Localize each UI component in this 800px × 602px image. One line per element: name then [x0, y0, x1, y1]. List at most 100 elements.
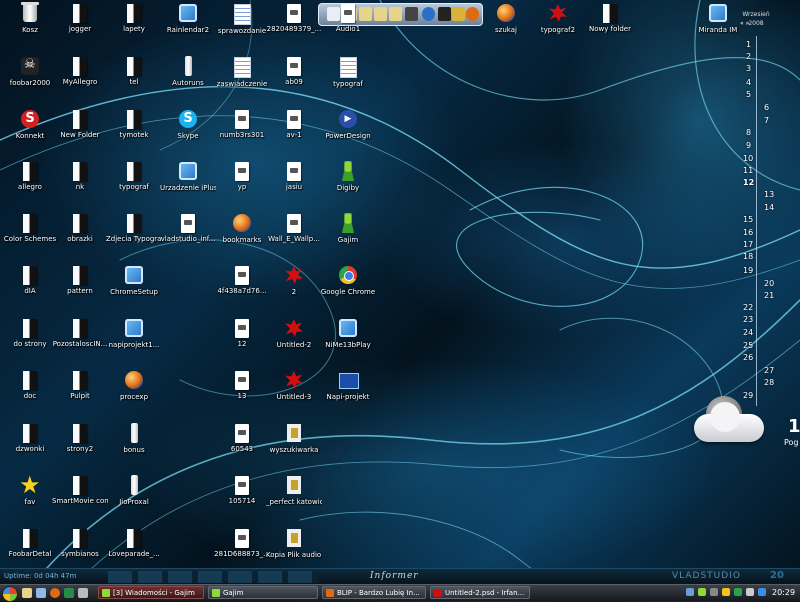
calendar-day[interactable]: 13 [764, 190, 774, 199]
desktop-icon[interactable]: 2820489379_... [266, 2, 322, 52]
tray-app-icon[interactable] [698, 588, 706, 596]
desktop-icon[interactable]: 12 [214, 317, 270, 367]
quicklaunch-folder-icon[interactable] [22, 588, 32, 598]
desktop-icon[interactable]: strony2 [52, 422, 108, 472]
calendar-day[interactable]: 17 [743, 240, 753, 249]
calendar-day[interactable]: 12 [743, 178, 754, 187]
calendar-day[interactable]: 14 [764, 203, 774, 212]
quicklaunch-browser-icon[interactable] [50, 588, 60, 598]
calendar-day[interactable]: 11 [743, 166, 753, 175]
desktop-icon[interactable]: bookmarks [214, 212, 270, 262]
desktop-icon[interactable]: Zdjecia Typograf [106, 212, 162, 262]
calendar-day[interactable]: 20 [764, 279, 774, 288]
desktop-icon[interactable]: Napi-projekt [320, 369, 376, 419]
calendar-day[interactable]: 6 [764, 103, 769, 112]
desktop-icon[interactable]: 60543 [214, 422, 270, 472]
desktop-icon[interactable]: typograf [320, 55, 376, 105]
taskbar-task[interactable]: [3] Wiadomości - Gajim [98, 586, 204, 599]
calendar-day[interactable]: 19 [743, 266, 753, 275]
desktop-icon[interactable]: Rainlendar2 [160, 2, 216, 52]
tray-volume-icon[interactable] [746, 588, 754, 596]
desktop-icon[interactable]: JioProxal [106, 474, 162, 524]
desktop-icon[interactable]: ab09 [266, 55, 322, 105]
calendar-day[interactable]: 5 [746, 90, 751, 99]
desktop-icon[interactable]: av-1 [266, 108, 322, 158]
calendar-day[interactable]: 25 [743, 341, 753, 350]
desktop-icon[interactable]: pattern [52, 264, 108, 314]
taskbar-task[interactable]: BLIP - Bardzo Lubię In... [322, 586, 426, 599]
desktop-icon[interactable]: napiprojekt1... [106, 317, 162, 367]
desktop-icon[interactable]: SmartMovie converted files [52, 474, 108, 524]
desktop-icon[interactable]: Gajim [320, 212, 376, 262]
desktop-icon[interactable]: vladstudio_inf... [160, 212, 216, 262]
calendar-day[interactable]: 10 [743, 154, 753, 163]
desktop-icon[interactable]: Urzadzenie iPlus [160, 160, 216, 210]
quicklaunch-app-icon[interactable] [36, 588, 46, 598]
desktop-icon[interactable]: Skype [160, 108, 216, 158]
calendar-day[interactable]: 26 [743, 353, 753, 362]
desktop-icon[interactable]: typograf [106, 160, 162, 210]
calendar-day[interactable]: 4 [746, 78, 751, 87]
desktop-icon[interactable]: do strony [2, 317, 58, 367]
desktop-icon[interactable]: Untitled-2 [266, 317, 322, 367]
desktop-icon[interactable]: 13 [214, 369, 270, 419]
desktop-icon[interactable]: allegro [2, 160, 58, 210]
desktop-icon[interactable]: dIA [2, 264, 58, 314]
desktop-icon[interactable]: jasiu [266, 160, 322, 210]
calendar-day[interactable]: 16 [743, 228, 753, 237]
desktop-icon[interactable]: jogger [52, 2, 108, 52]
desktop-icon[interactable]: szukaj [478, 2, 534, 52]
desktop-icon[interactable]: Nowy folder [582, 2, 638, 52]
calendar-day[interactable]: 2 [746, 52, 751, 61]
tray-app-icon[interactable] [758, 588, 766, 596]
desktop-icon[interactable]: 4f438a7d76... [214, 264, 270, 314]
desktop-icon[interactable]: Audio1 [320, 2, 376, 52]
calendar-day[interactable]: 18 [743, 252, 753, 261]
desktop-icon[interactable]: Kosz [2, 2, 58, 52]
desktop-icon[interactable]: lapety [106, 2, 162, 52]
desktop-icon[interactable]: Autoruns [160, 55, 216, 105]
calendar-day[interactable]: 3 [746, 64, 751, 73]
desktop-icon[interactable]: ChromeSetup [106, 264, 162, 314]
desktop-icon[interactable]: NiMe13bPlay [320, 317, 376, 367]
desktop-icon[interactable]: yp [214, 160, 270, 210]
desktop-icon[interactable]: MyAllegro [52, 55, 108, 105]
desktop-icon[interactable]: tymotek [106, 108, 162, 158]
desktop-icon[interactable]: wyszukiwarka [266, 422, 322, 472]
calendar-day[interactable]: 27 [764, 366, 774, 375]
desktop-icon[interactable]: 105714 [214, 474, 270, 524]
desktop-icon[interactable]: numb3rs301 [214, 108, 270, 158]
quicklaunch-media-icon[interactable] [64, 588, 74, 598]
desktop-icon[interactable]: Color Schemes [2, 212, 58, 262]
tray-network-icon[interactable] [686, 588, 694, 596]
desktop-icon[interactable]: _perfect katowice spo... [266, 474, 322, 524]
desktop-icon[interactable]: fav [2, 471, 58, 524]
desktop-icon[interactable]: Untitled-3 [266, 369, 322, 419]
calendar-day[interactable]: 22 [743, 303, 753, 312]
desktop-icon[interactable]: Wall_E_Wallp... [266, 212, 322, 262]
desktop-icon[interactable]: Google Chrome [320, 264, 376, 314]
calendar-day[interactable]: 8 [746, 128, 751, 137]
desktop-icon[interactable]: New Folder [52, 108, 108, 158]
desktop-icon[interactable]: 2 [266, 264, 322, 314]
quicklaunch-app-icon[interactable] [78, 588, 88, 598]
desktop-icon[interactable]: bonus [106, 422, 162, 472]
calendar-day[interactable]: 28 [764, 378, 774, 387]
desktop-icon[interactable]: sprawozdanie [214, 2, 270, 52]
desktop-icon[interactable]: tel [106, 55, 162, 105]
desktop-icon[interactable]: foobar2000 [2, 55, 58, 105]
desktop-icon[interactable]: Digiby [320, 160, 376, 210]
calendar-day[interactable]: 15 [743, 215, 753, 224]
desktop-icon[interactable]: obrazki [52, 212, 108, 262]
calendar-day[interactable]: 1 [746, 40, 751, 49]
calendar-day[interactable]: 9 [746, 141, 751, 150]
desktop-icon[interactable]: PowerDesign [320, 108, 376, 158]
calendar-day[interactable]: 21 [764, 291, 774, 300]
taskbar-task[interactable]: Untitled-2.psd - Irfan... [430, 586, 530, 599]
desktop-icon[interactable]: typograf2 [530, 2, 586, 52]
desktop-icon[interactable]: procexp [106, 369, 162, 419]
calendar-day[interactable]: 23 [743, 315, 753, 324]
desktop-icon[interactable]: PozostaloscIN... [52, 317, 108, 367]
calendar-day[interactable]: 24 [743, 328, 753, 337]
desktop-icon[interactable]: dzwonki [2, 422, 58, 472]
